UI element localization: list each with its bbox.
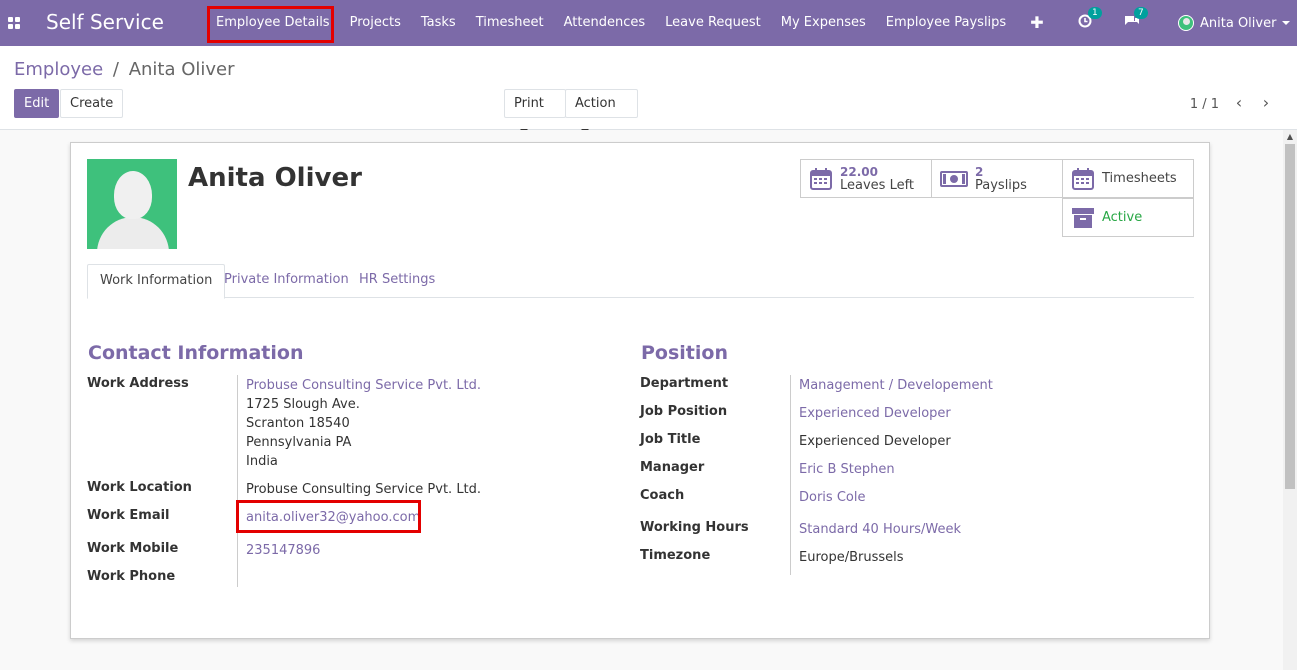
menu-employee-payslips[interactable]: Employee Payslips [876, 0, 1016, 46]
scroll-up-icon[interactable]: ▲ [1283, 130, 1297, 144]
activity-count-badge: 1 [1088, 7, 1102, 19]
pager-next-icon[interactable]: › [1259, 95, 1273, 111]
money-icon [940, 170, 968, 187]
top-navbar: Self Service Employee Details Projects T… [0, 0, 1297, 46]
breadcrumb: Employee / Anita Oliver [14, 59, 235, 80]
job-position-link[interactable]: Experienced Developer [799, 406, 951, 421]
manager-link[interactable]: Eric B Stephen [799, 462, 895, 477]
user-name: Anita Oliver [1200, 15, 1277, 31]
contact-divider [237, 375, 238, 587]
print-label: Print [514, 96, 544, 111]
tab-hr-settings[interactable]: HR Settings [347, 264, 447, 298]
work-location-label: Work Location [87, 480, 192, 495]
work-address-city: Scranton 18540 [246, 416, 350, 431]
work-mobile-value[interactable]: 235147896 [246, 543, 320, 558]
job-title-value[interactable]: Experienced Developer [799, 434, 951, 449]
work-email-link[interactable]: anita.oliver32@yahoo.com [246, 510, 420, 525]
timezone-value[interactable]: Europe/Brussels [799, 550, 904, 565]
menu-attendences[interactable]: Attendences [554, 0, 656, 46]
breadcrumb-separator: / [112, 59, 119, 80]
work-address-value: Probuse Consulting Service Pvt. Ltd. 172… [246, 376, 481, 471]
working-hours-link[interactable]: Standard 40 Hours/Week [799, 522, 961, 537]
main-menu: Employee Details Projects Tasks Timeshee… [206, 0, 1058, 46]
menu-employee-details[interactable]: Employee Details [206, 0, 340, 46]
employee-name: Anita Oliver [188, 163, 362, 193]
breadcrumb-employee[interactable]: Employee [14, 59, 103, 80]
breadcrumb-current: Anita Oliver [128, 59, 235, 80]
timesheets-button[interactable]: Timesheets [1062, 159, 1194, 198]
work-email-label: Work Email [87, 508, 170, 523]
menu-my-expenses[interactable]: My Expenses [771, 0, 876, 46]
control-panel: Employee / Anita Oliver Edit Create Prin… [0, 46, 1297, 133]
work-address-company-link[interactable]: Probuse Consulting Service Pvt. Ltd. [246, 376, 481, 395]
manager-label: Manager [640, 460, 705, 475]
position-divider [790, 375, 791, 575]
action-label: Action [575, 96, 616, 111]
coach-label: Coach [640, 488, 685, 503]
scrollbar[interactable]: ▲ [1283, 130, 1297, 670]
work-mobile-label: Work Mobile [87, 541, 179, 556]
menu-leave-request[interactable]: Leave Request [655, 0, 771, 46]
form-tabs: Work Information Private Information HR … [87, 264, 1194, 299]
leaves-left-button[interactable]: 22.00 Leaves Left [800, 159, 932, 198]
timesheets-label: Timesheets [1102, 170, 1177, 186]
timezone-label: Timezone [640, 548, 711, 563]
messages-count-badge: 7 [1134, 7, 1148, 19]
work-location-value[interactable]: Probuse Consulting Service Pvt. Ltd. [246, 482, 481, 497]
contact-information-title: Contact Information [88, 342, 304, 364]
active-label: Active [1102, 209, 1143, 225]
menu-timesheet[interactable]: Timesheet [466, 0, 554, 46]
user-menu[interactable]: Anita Oliver [1178, 0, 1291, 46]
employee-form-sheet: Anita Oliver 22.00 Leaves Left 2 Payslips … [70, 142, 1210, 639]
activity-icon[interactable]: 1 [1078, 7, 1102, 32]
leaves-value: 22.00 [840, 164, 878, 179]
add-menu-icon[interactable]: ✚ [1016, 0, 1057, 46]
apps-menu-icon[interactable] [8, 17, 20, 29]
scroll-thumb[interactable] [1285, 144, 1295, 489]
menu-projects[interactable]: Projects [340, 0, 411, 46]
position-title: Position [641, 342, 728, 364]
edit-button[interactable]: Edit [14, 89, 60, 118]
app-brand[interactable]: Self Service [46, 10, 164, 34]
action-button[interactable]: Action [565, 89, 638, 133]
messages-icon[interactable]: 7 [1124, 7, 1148, 32]
coach-link[interactable]: Doris Cole [799, 490, 865, 505]
payslips-value: 2 [975, 164, 984, 179]
work-address-country: India [246, 454, 278, 469]
payslips-label: Payslips [975, 177, 1027, 193]
payslips-button[interactable]: 2 Payslips [931, 159, 1063, 198]
tab-private-information[interactable]: Private Information [212, 264, 361, 298]
job-title-label: Job Title [640, 432, 701, 447]
department-label: Department [640, 376, 729, 391]
leaves-label: Leaves Left [840, 177, 915, 193]
work-address-state: Pennsylvania PA [246, 435, 352, 450]
print-button[interactable]: Print [504, 89, 566, 133]
work-address-street: 1725 Slough Ave. [246, 397, 360, 412]
archive-icon [1072, 207, 1094, 228]
job-position-label: Job Position [640, 404, 728, 419]
timesheet-calendar-icon [1072, 167, 1094, 190]
work-address-label: Work Address [87, 376, 189, 391]
tab-work-information[interactable]: Work Information [87, 264, 226, 299]
user-caret-icon [1282, 21, 1291, 25]
messages-wrap: 7 [1124, 0, 1148, 46]
employee-photo[interactable] [87, 159, 177, 249]
work-phone-label: Work Phone [87, 569, 176, 584]
active-toggle-button[interactable]: Active [1062, 198, 1194, 237]
create-button[interactable]: Create [60, 89, 124, 118]
user-avatar [1178, 15, 1194, 31]
menu-tasks[interactable]: Tasks [411, 0, 466, 46]
working-hours-label: Working Hours [640, 520, 749, 535]
department-link[interactable]: Management / Developement [799, 378, 993, 393]
pager-previous-icon[interactable]: ‹ [1232, 95, 1246, 111]
pager-value[interactable]: 1 / 1 [1190, 97, 1219, 112]
calendar-icon [810, 167, 832, 190]
activity-wrap: 1 [1078, 0, 1102, 46]
